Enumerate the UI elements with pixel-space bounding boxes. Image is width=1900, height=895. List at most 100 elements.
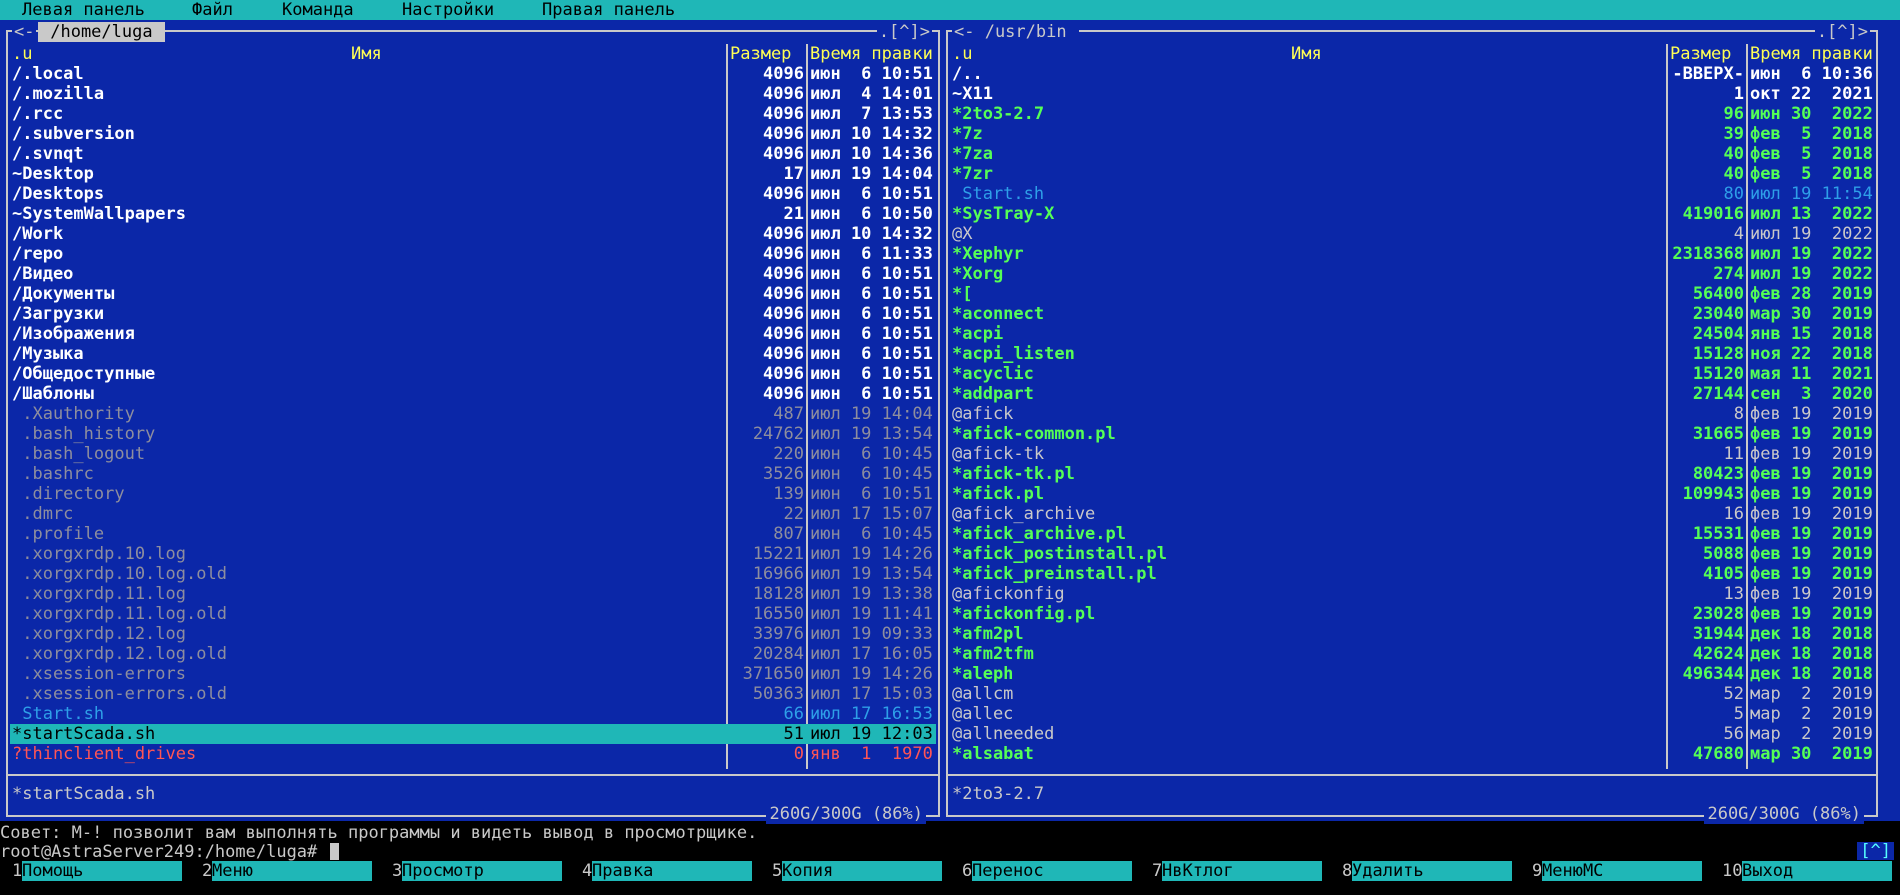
fkey-3-button[interactable]: 3 Просмотр	[380, 861, 570, 881]
right-file-row[interactable]: ~X11 1 окт 22 2021	[950, 84, 1876, 104]
left-file-row[interactable]: .Xauthority 487 июл 19 14:04	[10, 404, 936, 424]
right-file-row[interactable]: /.. -ВВЕРХ-июн 6 10:36	[950, 64, 1876, 84]
left-file-row[interactable]: .bash_history 24762 июл 19 13:54	[10, 424, 936, 444]
left-file-row[interactable]: /Документы 4096 июн 6 10:51	[10, 284, 936, 304]
right-file-row[interactable]: *afm2tfm 42624 дек 18 2018	[950, 644, 1876, 664]
left-panel-path[interactable]: /home/luga	[38, 22, 165, 42]
subshell-toggle-button[interactable]: [^]	[1857, 842, 1894, 860]
left-file-row[interactable]: .xorgxrdp.10.log.old 16966 июл 19 13:54	[10, 564, 936, 584]
right-header-time[interactable]: Время правки	[1750, 44, 1873, 64]
right-file-row[interactable]: *afick.pl 109943 фев 19 2019	[950, 484, 1876, 504]
left-history-arrow[interactable]: <-	[12, 22, 37, 42]
right-file-row[interactable]: @allneeded 56 мар 2 2019	[950, 724, 1876, 744]
fkey-2-button[interactable]: 2 Меню	[190, 861, 380, 881]
right-sort-indicator[interactable]: .u	[952, 44, 973, 64]
left-file-row[interactable]: .xorgxrdp.11.log.old 16550 июл 19 11:41	[10, 604, 936, 624]
left-file-row[interactable]: /.subversion 4096 июл 10 14:32	[10, 124, 936, 144]
menu-right-panel[interactable]: Правая панель	[542, 0, 675, 20]
left-file-row[interactable]: .xorgxrdp.12.log.old 20284 июл 17 16:05	[10, 644, 936, 664]
left-file-row[interactable]: Start.sh 66 июл 17 16:53	[10, 704, 936, 724]
left-file-row[interactable]: /Шаблоны 4096 июн 6 10:51	[10, 384, 936, 404]
left-file-row[interactable]: /.rcc 4096 июл 7 13:53	[10, 104, 936, 124]
right-file-row[interactable]: *2to3-2.7 96 июн 30 2022	[950, 104, 1876, 124]
left-sort-indicator[interactable]: .u	[12, 44, 33, 64]
left-file-row[interactable]: /Work 4096 июл 10 14:32	[10, 224, 936, 244]
right-file-row[interactable]: @afick_archive 16 фев 19 2019	[950, 504, 1876, 524]
right-panel[interactable]: <- /usr/bin .[^]> .u Имя Размер Время пр…	[946, 22, 1878, 824]
fkey-10-button[interactable]: 10 Выход	[1710, 861, 1900, 881]
left-header-time[interactable]: Время правки	[810, 44, 933, 64]
right-file-row[interactable]: *7z 39 фев 5 2018	[950, 124, 1876, 144]
left-file-row[interactable]: ~SystemWallpapers 21 июн 6 10:50	[10, 204, 936, 224]
right-file-row[interactable]: @afickonfig 13 фев 19 2019	[950, 584, 1876, 604]
right-file-row[interactable]: *acyclic 15120 мая 11 2021	[950, 364, 1876, 384]
fkey-4-button[interactable]: 4 Правка	[570, 861, 760, 881]
right-file-row[interactable]: *afm2pl 31944 дек 18 2018	[950, 624, 1876, 644]
left-file-row[interactable]: /Изображения 4096 июн 6 10:51	[10, 324, 936, 344]
menu-left-panel[interactable]: Левая панель	[22, 0, 145, 20]
left-file-row[interactable]: /Desktops 4096 июн 6 10:51	[10, 184, 936, 204]
right-file-row[interactable]: @allcm 52 мар 2 2019	[950, 684, 1876, 704]
right-file-row[interactable]: *alsabat 47680 мар 30 2019	[950, 744, 1876, 764]
left-file-row[interactable]: .xsession-errors 371650 июл 19 14:26	[10, 664, 936, 684]
left-file-row[interactable]: /repo 4096 июн 6 11:33	[10, 244, 936, 264]
left-file-row[interactable]: .directory 139 июн 6 10:51	[10, 484, 936, 504]
right-file-row[interactable]: *7zr 40 фев 5 2018	[950, 164, 1876, 184]
right-file-row[interactable]: *Xorg 274 июл 19 2022	[950, 264, 1876, 284]
fkey-8-button[interactable]: 8 Удалить	[1330, 861, 1520, 881]
left-file-row[interactable]: .bash_logout 220 июн 6 10:45	[10, 444, 936, 464]
left-panel[interactable]: <- /home/luga .[^]> .u Имя Размер Время …	[6, 22, 940, 824]
right-file-row[interactable]: *afick_preinstall.pl 4105 фев 19 2019	[950, 564, 1876, 584]
fkey-7-button[interactable]: 7 НвКтлог	[1140, 861, 1330, 881]
right-file-row[interactable]: *afick-common.pl 31665 фев 19 2019	[950, 424, 1876, 444]
right-file-row[interactable]: *aconnect 23040 мар 30 2019	[950, 304, 1876, 324]
left-file-row[interactable]: /Общедоступные 4096 июн 6 10:51	[10, 364, 936, 384]
right-file-row[interactable]: *afick_postinstall.pl 5088 фев 19 2019	[950, 544, 1876, 564]
right-file-row[interactable]: *7za 40 фев 5 2018	[950, 144, 1876, 164]
right-file-row[interactable]: *addpart 27144 сен 3 2020	[950, 384, 1876, 404]
command-line[interactable]: root@AstraServer249:/home/luga#	[0, 842, 339, 862]
right-file-row[interactable]: @allec 5 мар 2 2019	[950, 704, 1876, 724]
left-file-row[interactable]: .dmrc 22 июл 17 15:07	[10, 504, 936, 524]
left-file-row[interactable]: .xorgxrdp.11.log 18128 июл 19 13:38	[10, 584, 936, 604]
right-file-row[interactable]: @afick-tk 11 фев 19 2019	[950, 444, 1876, 464]
menu-settings[interactable]: Настройки	[402, 0, 494, 20]
left-file-row[interactable]: ?thinclient_drives 0 янв 1 1970	[10, 744, 936, 764]
menu-command[interactable]: Команда	[282, 0, 354, 20]
right-header-size[interactable]: Размер	[1670, 44, 1732, 64]
right-file-row[interactable]: *[56400 фев 28 2019	[950, 284, 1876, 304]
left-file-row[interactable]: *startScada.sh 51 июл 19 12:03	[10, 724, 936, 744]
left-file-row[interactable]: /Музыка 4096 июн 6 10:51	[10, 344, 936, 364]
left-file-row[interactable]: .xsession-errors.old 50363 июл 17 15:03	[10, 684, 936, 704]
right-panel-corner-buttons[interactable]: .[^]>	[1814, 22, 1870, 42]
right-panel-path[interactable]: <- /usr/bin	[952, 22, 1079, 42]
fkey-1-button[interactable]: 1 Помощь	[0, 861, 190, 881]
right-file-row[interactable]: *acpi 24504 янв 15 2018	[950, 324, 1876, 344]
left-header-name[interactable]: Имя	[351, 44, 382, 64]
right-file-row[interactable]: @afick 8 фев 19 2019	[950, 404, 1876, 424]
left-file-row[interactable]: .profile 807 июн 6 10:45	[10, 524, 936, 544]
left-file-row[interactable]: /Видео 4096 июн 6 10:51	[10, 264, 936, 284]
left-file-row[interactable]: .xorgxrdp.10.log 15221 июл 19 14:26	[10, 544, 936, 564]
left-header-size[interactable]: Размер	[730, 44, 792, 64]
left-file-row[interactable]: /Загрузки 4096 июн 6 10:51	[10, 304, 936, 324]
left-panel-corner-buttons[interactable]: .[^]>	[876, 22, 932, 42]
right-file-row[interactable]: *aleph 496344 дек 18 2018	[950, 664, 1876, 684]
right-file-row[interactable]: @X 4 июл 19 2022	[950, 224, 1876, 244]
fkey-6-button[interactable]: 6 Перенос	[950, 861, 1140, 881]
right-file-row[interactable]: *afick_archive.pl 15531 фев 19 2019	[950, 524, 1876, 544]
fkey-5-button[interactable]: 5 Копия	[760, 861, 950, 881]
left-file-row[interactable]: /.local 4096 июн 6 10:51	[10, 64, 936, 84]
right-file-row[interactable]: *SysTray-X 419016 июл 13 2022	[950, 204, 1876, 224]
left-file-row[interactable]: .xorgxrdp.12.log 33976 июл 19 09:33	[10, 624, 936, 644]
left-file-row[interactable]: ~Desktop 17 июл 19 14:04	[10, 164, 936, 184]
right-file-row[interactable]: *afickonfig.pl 23028 фев 19 2019	[950, 604, 1876, 624]
right-file-row[interactable]: *afick-tk.pl 80423 фев 19 2019	[950, 464, 1876, 484]
left-file-row[interactable]: /.svnqt 4096 июл 10 14:36	[10, 144, 936, 164]
left-file-row[interactable]: /.mozilla 4096 июл 4 14:01	[10, 84, 936, 104]
left-file-row[interactable]: .bashrc 3526 июн 6 10:45	[10, 464, 936, 484]
menu-file[interactable]: Файл	[192, 0, 233, 20]
right-header-name[interactable]: Имя	[1291, 44, 1322, 64]
right-file-row[interactable]: *acpi_listen 15128 ноя 22 2018	[950, 344, 1876, 364]
right-file-row[interactable]: *Xephyr 2318368 июл 19 2022	[950, 244, 1876, 264]
